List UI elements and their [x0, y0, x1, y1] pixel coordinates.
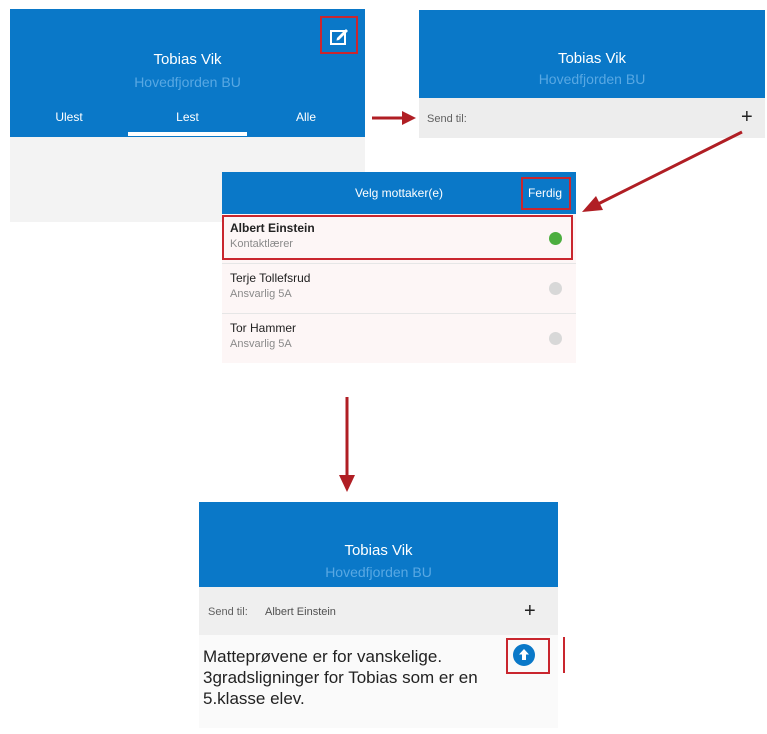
recipient-name: Terje Tollefsrud	[230, 271, 311, 285]
screen-new-message: Tobias Vik Hovedfjorden BU Send til: +	[419, 10, 765, 138]
recipient-item[interactable]: Terje Tollefsrud Ansvarlig 5A	[222, 264, 576, 314]
child-name: Tobias Vik	[344, 542, 413, 559]
highlight-recipient	[222, 215, 573, 260]
recipient-role: Ansvarlig 5A	[230, 288, 292, 300]
screen-edge	[563, 637, 565, 673]
screen-compose: Tobias Vik Hovedfjorden BU Send til: Alb…	[199, 502, 565, 728]
unselected-indicator-icon	[549, 282, 562, 295]
highlight-compose	[320, 16, 358, 54]
send-to-label: Send til:	[427, 113, 467, 125]
school-name: Hovedfjorden BU	[538, 71, 646, 87]
recipient-item[interactable]: Tor Hammer Ansvarlig 5A	[222, 314, 576, 363]
school-name: Hovedfjorden BU	[325, 564, 432, 580]
unselected-indicator-icon	[549, 332, 562, 345]
tab-bar: Ulest Lest Alle	[10, 104, 365, 137]
highlight-send	[506, 638, 550, 674]
recipient-role: Ansvarlig 5A	[230, 338, 292, 350]
tab-indicator	[128, 132, 247, 136]
flow-arrow-2	[582, 130, 743, 212]
new-message-header: Tobias Vik Hovedfjorden BU	[419, 10, 765, 98]
message-input[interactable]: Matteprøvene er for vanskelige. 3gradsli…	[203, 646, 503, 709]
highlight-done	[521, 177, 571, 210]
tab-read[interactable]: Lest	[128, 104, 247, 131]
compose-header: Tobias Vik Hovedfjorden BU	[199, 502, 558, 587]
recipient-name: Tor Hammer	[230, 321, 297, 335]
add-recipient-button[interactable]: +	[741, 107, 753, 127]
add-recipient-button[interactable]: +	[524, 601, 536, 621]
selected-recipient: Albert Einstein	[265, 606, 336, 618]
child-name: Tobias Vik	[557, 50, 627, 67]
screen-select-recipients: Velg mottaker(e) Ferdig Albert Einstein …	[222, 172, 576, 364]
flow-arrow-1	[372, 111, 416, 125]
recipient-bar[interactable]: Send til: Albert Einstein +	[199, 587, 558, 635]
school-name: Hovedfjorden BU	[134, 74, 241, 90]
child-name: Tobias Vik	[153, 51, 222, 68]
tab-all[interactable]: Alle	[247, 104, 365, 131]
send-to-label: Send til:	[208, 606, 248, 618]
flow-arrow-3	[339, 397, 355, 492]
tab-unread[interactable]: Ulest	[10, 104, 128, 131]
inbox-header: Tobias Vik Hovedfjorden BU Ulest Lest Al…	[10, 9, 365, 137]
